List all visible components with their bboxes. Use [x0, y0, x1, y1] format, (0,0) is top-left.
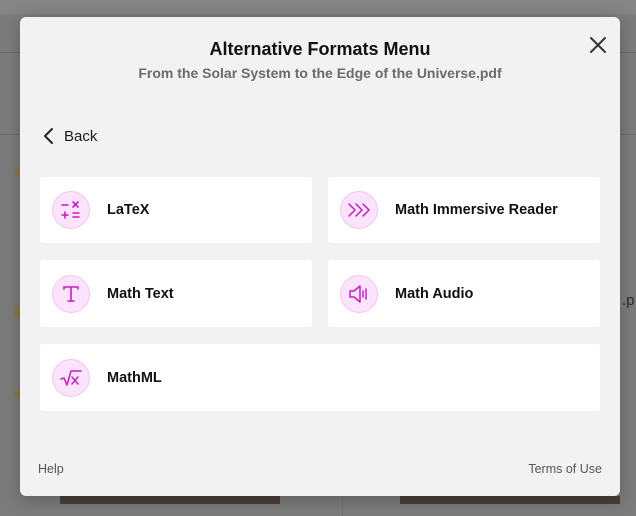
option-label: Math Audio [395, 285, 474, 302]
close-icon [590, 37, 606, 53]
terms-of-use-link[interactable]: Terms of Use [528, 462, 602, 476]
background-partial-text: .p [622, 292, 635, 309]
option-math-immersive-reader[interactable]: Math Immersive Reader [328, 177, 600, 243]
background-divider [620, 134, 636, 135]
option-label: LaTeX [107, 202, 150, 218]
alternative-formats-dialog: Alternative Formats Menu From the Solar … [20, 17, 620, 496]
dialog-subtitle: From the Solar System to the Edge of the… [138, 65, 502, 81]
background-divider [0, 134, 20, 135]
background-top-bar [0, 0, 636, 14]
option-math-text[interactable]: Math Text [40, 260, 312, 327]
option-label: Math Immersive Reader [395, 202, 558, 218]
back-button[interactable]: Back [42, 125, 97, 147]
option-mathml[interactable]: MathML [40, 344, 600, 411]
speaker-icon [340, 274, 378, 313]
help-link[interactable]: Help [38, 462, 64, 476]
text-t-icon [52, 274, 90, 313]
back-label: Back [64, 127, 98, 145]
latex-symbols-icon [52, 191, 90, 229]
close-button[interactable] [586, 33, 610, 57]
background-image [60, 496, 280, 504]
option-latex[interactable]: LaTeX [40, 177, 312, 243]
square-root-icon [52, 358, 90, 397]
background-image [400, 496, 620, 504]
option-label: Math Text [107, 285, 174, 302]
option-math-audio[interactable]: Math Audio [328, 260, 600, 327]
immersive-reader-icon [340, 191, 378, 229]
option-label: MathML [107, 369, 162, 386]
chevron-left-icon [44, 128, 53, 144]
dialog-title: Alternative Formats Menu [209, 39, 431, 59]
